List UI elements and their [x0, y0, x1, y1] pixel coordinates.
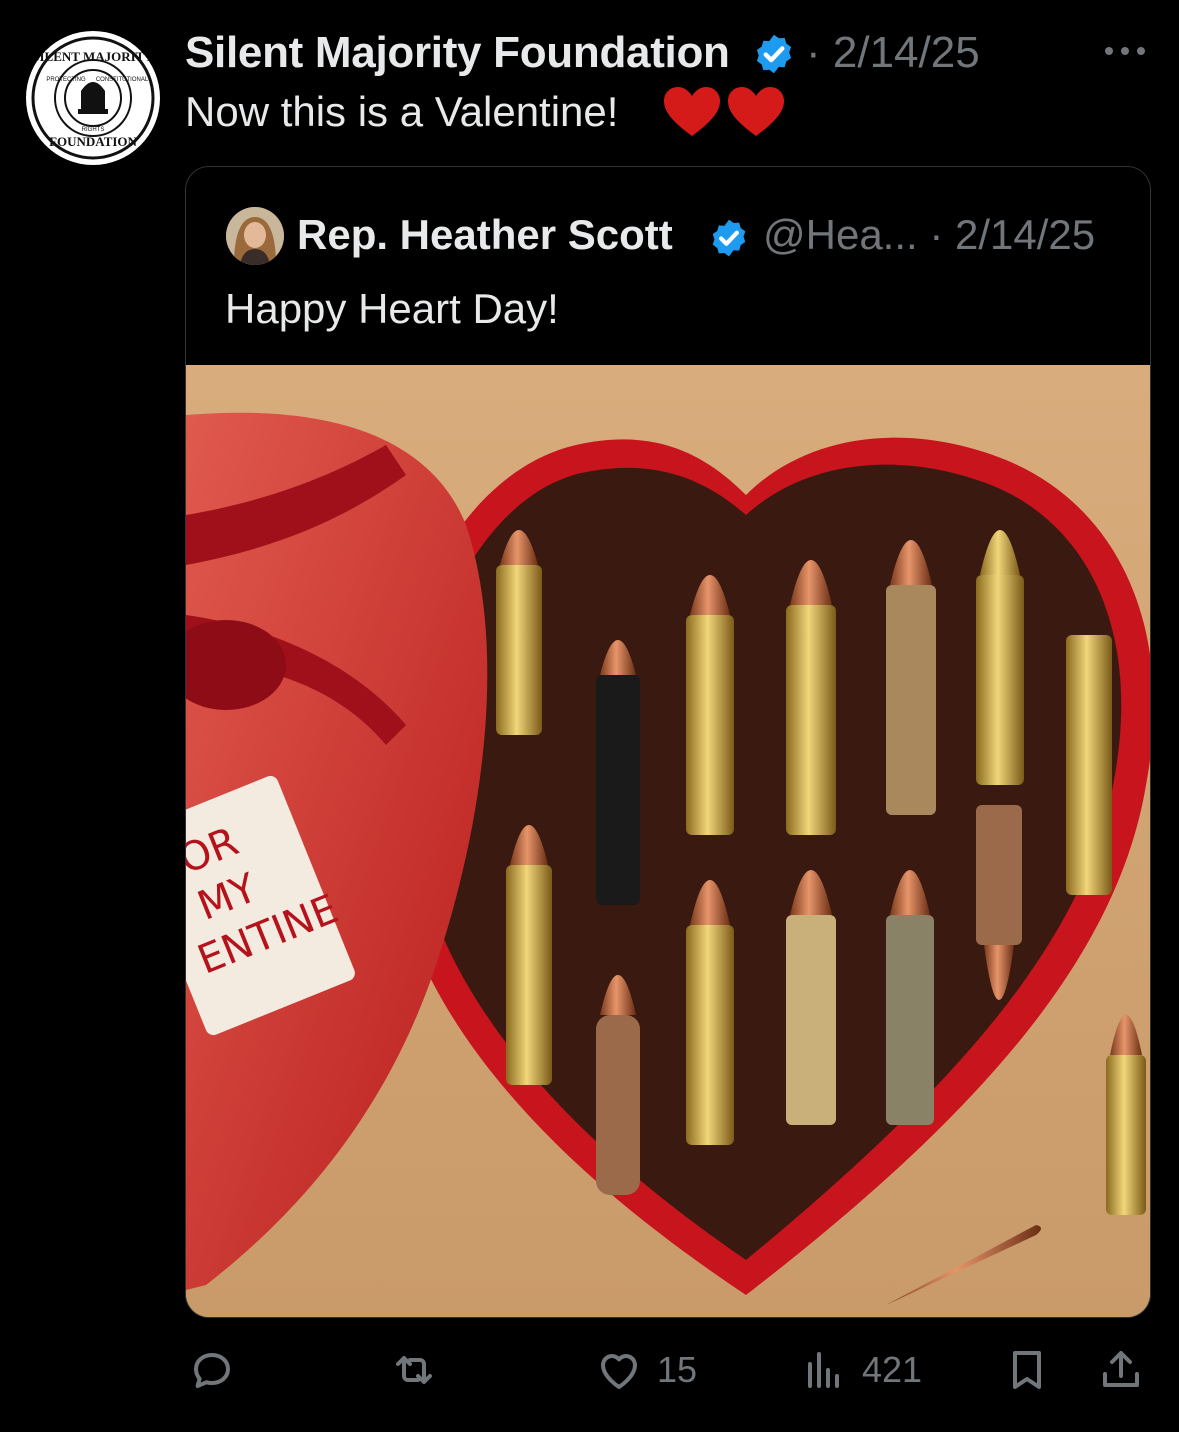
logo-inner-bottom-text: RIGHTS: [82, 127, 105, 133]
author-avatar[interactable]: SILENT MAJORITY FOUNDATION PROTECTING CO…: [26, 31, 160, 165]
quoted-post-image[interactable]: OR MY ENTINE: [186, 365, 1150, 1317]
quoted-post-text: Happy Heart Day!: [225, 285, 559, 332]
reply-button[interactable]: [188, 1340, 236, 1400]
views-bar-chart-icon: [808, 1352, 839, 1388]
emoji-text: ❤️❤️: [662, 86, 665, 87]
share-button[interactable]: [1097, 1340, 1145, 1400]
heart-icon: [601, 1354, 637, 1389]
action-bar: 15 421: [0, 1340, 1179, 1400]
silent-majority-logo: SILENT MAJORITY FOUNDATION PROTECTING CO…: [29, 34, 157, 162]
heart-emoji-icon: ❤️❤️: [662, 86, 784, 136]
logo-inner-right-text: CONSTITUTIONAL: [96, 77, 149, 83]
bookmark-icon: [1013, 1351, 1041, 1389]
quoted-verified-badge-icon[interactable]: [708, 217, 750, 259]
share-icon: [1103, 1351, 1139, 1387]
author-name[interactable]: Silent Majority Foundation: [185, 28, 730, 78]
reply-icon: [194, 1353, 230, 1388]
post-text: Now this is a Valentine!: [185, 88, 619, 135]
repost-icon: [396, 1356, 432, 1384]
like-count: 15: [657, 1349, 698, 1390]
bookmark-button[interactable]: [1003, 1340, 1051, 1400]
views-count: 421: [862, 1349, 923, 1390]
like-button[interactable]: 15: [595, 1340, 697, 1400]
logo-bottom-text: FOUNDATION: [49, 134, 137, 149]
quoted-author-name[interactable]: Rep. Heather Scott: [297, 211, 673, 259]
more-options-icon[interactable]: [1100, 36, 1150, 66]
quoted-post-card[interactable]: Rep. Heather Scott @Hea... · 2/14/25 Hap…: [185, 166, 1151, 1318]
post-date[interactable]: · 2/14/25: [806, 28, 980, 78]
heart-box-bullets-illustration: OR MY ENTINE: [186, 365, 1150, 1317]
verified-badge-icon[interactable]: [752, 32, 796, 76]
quoted-author-avatar[interactable]: [226, 207, 284, 265]
views-button[interactable]: 421: [800, 1340, 922, 1400]
logo-inner-left-text: PROTECTING: [46, 77, 86, 83]
repost-button[interactable]: [390, 1340, 438, 1400]
logo-top-text: SILENT MAJORITY: [32, 49, 154, 64]
quoted-handle-date[interactable]: @Hea... · 2/14/25: [763, 211, 1095, 259]
